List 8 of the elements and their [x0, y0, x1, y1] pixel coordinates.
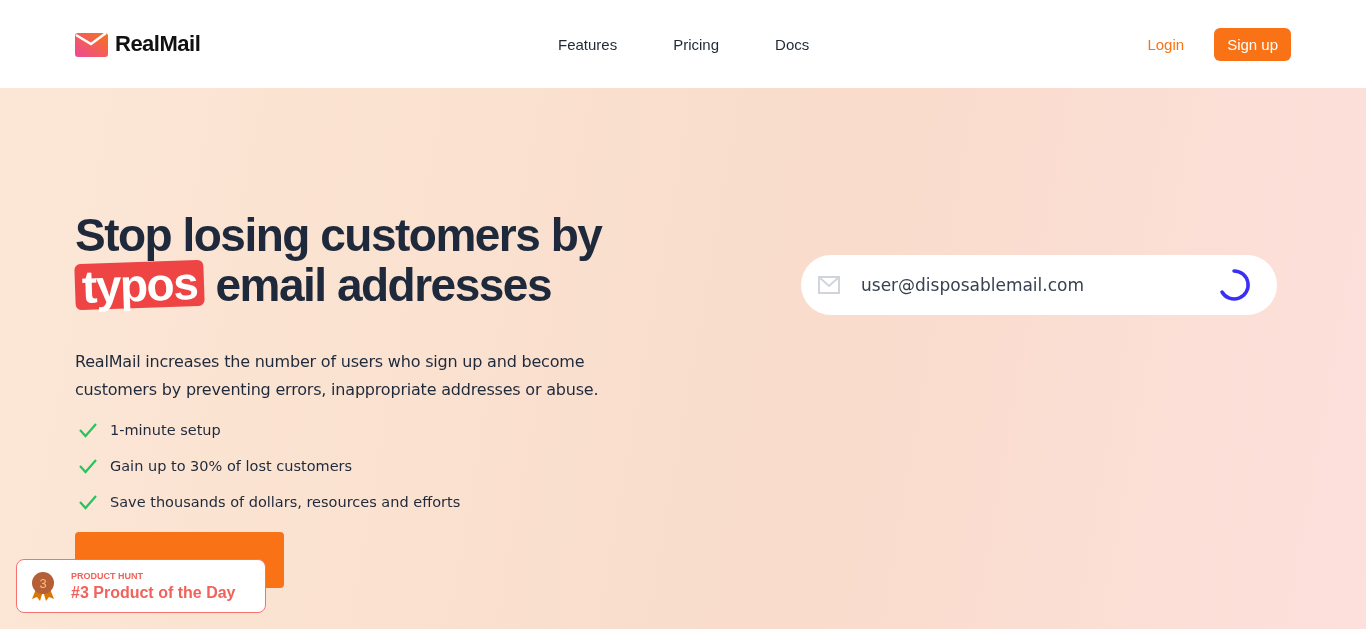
benefit-text: Gain up to 30% of lost customers	[110, 458, 353, 474]
description: RealMail increases the number of users who sign up and become customers by preventing errors, inappropriate addresses or abuse.	[75, 351, 600, 401]
headline: Stop losing customers by typos email addresses	[75, 210, 604, 310]
benefit-text: Save thousands of dollars, resources and efforts	[110, 494, 461, 510]
benefit-text: 1-minute setup	[110, 422, 221, 438]
badge-label: PRODUCT HUNT	[71, 570, 144, 581]
badge-title: #3 Product of the Day	[71, 583, 236, 602]
brand-name: RealMail	[115, 31, 201, 57]
